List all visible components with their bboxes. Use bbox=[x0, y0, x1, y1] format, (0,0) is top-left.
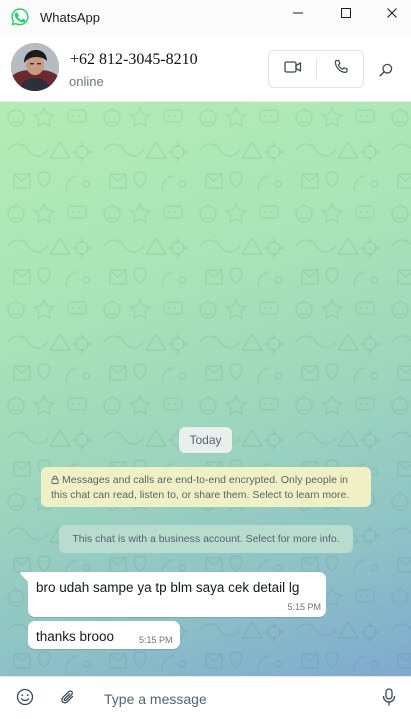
encryption-notice-text: Messages and calls are end-to-end encryp… bbox=[51, 474, 350, 501]
app-title: WhatsApp bbox=[40, 10, 100, 25]
close-icon bbox=[386, 6, 398, 24]
emoji-button[interactable] bbox=[15, 688, 35, 711]
search-icon bbox=[379, 63, 393, 82]
video-call-button[interactable] bbox=[269, 51, 316, 87]
attach-button[interactable] bbox=[58, 689, 78, 709]
incoming-message[interactable]: bro udah sampe ya tp blm saya cek detail… bbox=[28, 572, 326, 617]
call-button-group bbox=[268, 50, 364, 88]
contact-avatar[interactable] bbox=[11, 43, 59, 91]
paperclip-icon bbox=[60, 688, 76, 711]
maximize-button[interactable] bbox=[323, 0, 369, 30]
minimize-icon bbox=[292, 6, 304, 24]
maximize-icon bbox=[340, 6, 352, 24]
message-text: bro udah sampe ya tp blm saya cek detail… bbox=[36, 580, 300, 595]
message-text: thanks brooo bbox=[36, 629, 115, 644]
lock-icon bbox=[51, 474, 59, 488]
chat-header: +62 812-3045-8210 online bbox=[0, 34, 411, 102]
incoming-message[interactable]: thanks brooo 5:15 PM bbox=[28, 621, 180, 649]
voice-call-button[interactable] bbox=[317, 51, 364, 87]
phone-icon bbox=[333, 59, 349, 80]
microphone-icon bbox=[382, 687, 396, 711]
minimize-button[interactable] bbox=[275, 0, 321, 30]
chat-area[interactable]: Today Messages and calls are end-to-end … bbox=[0, 102, 411, 676]
message-composer bbox=[0, 676, 411, 719]
emoji-icon bbox=[16, 688, 34, 711]
contact-name[interactable]: +62 812-3045-8210 bbox=[70, 51, 198, 69]
business-account-notice[interactable]: This chat is with a business account. Se… bbox=[59, 525, 353, 553]
message-time: 5:15 PM bbox=[287, 602, 321, 612]
message-input[interactable] bbox=[104, 688, 354, 710]
contact-status: online bbox=[69, 74, 104, 89]
encryption-notice[interactable]: Messages and calls are end-to-end encryp… bbox=[41, 467, 371, 507]
voice-message-button[interactable] bbox=[379, 687, 399, 711]
video-call-icon bbox=[283, 60, 302, 79]
title-bar: WhatsApp bbox=[0, 0, 411, 34]
search-button[interactable] bbox=[374, 60, 398, 84]
close-button[interactable] bbox=[369, 0, 411, 30]
whatsapp-logo-icon bbox=[10, 7, 30, 27]
date-chip: Today bbox=[179, 427, 232, 453]
message-time: 5:15 PM bbox=[139, 635, 173, 645]
